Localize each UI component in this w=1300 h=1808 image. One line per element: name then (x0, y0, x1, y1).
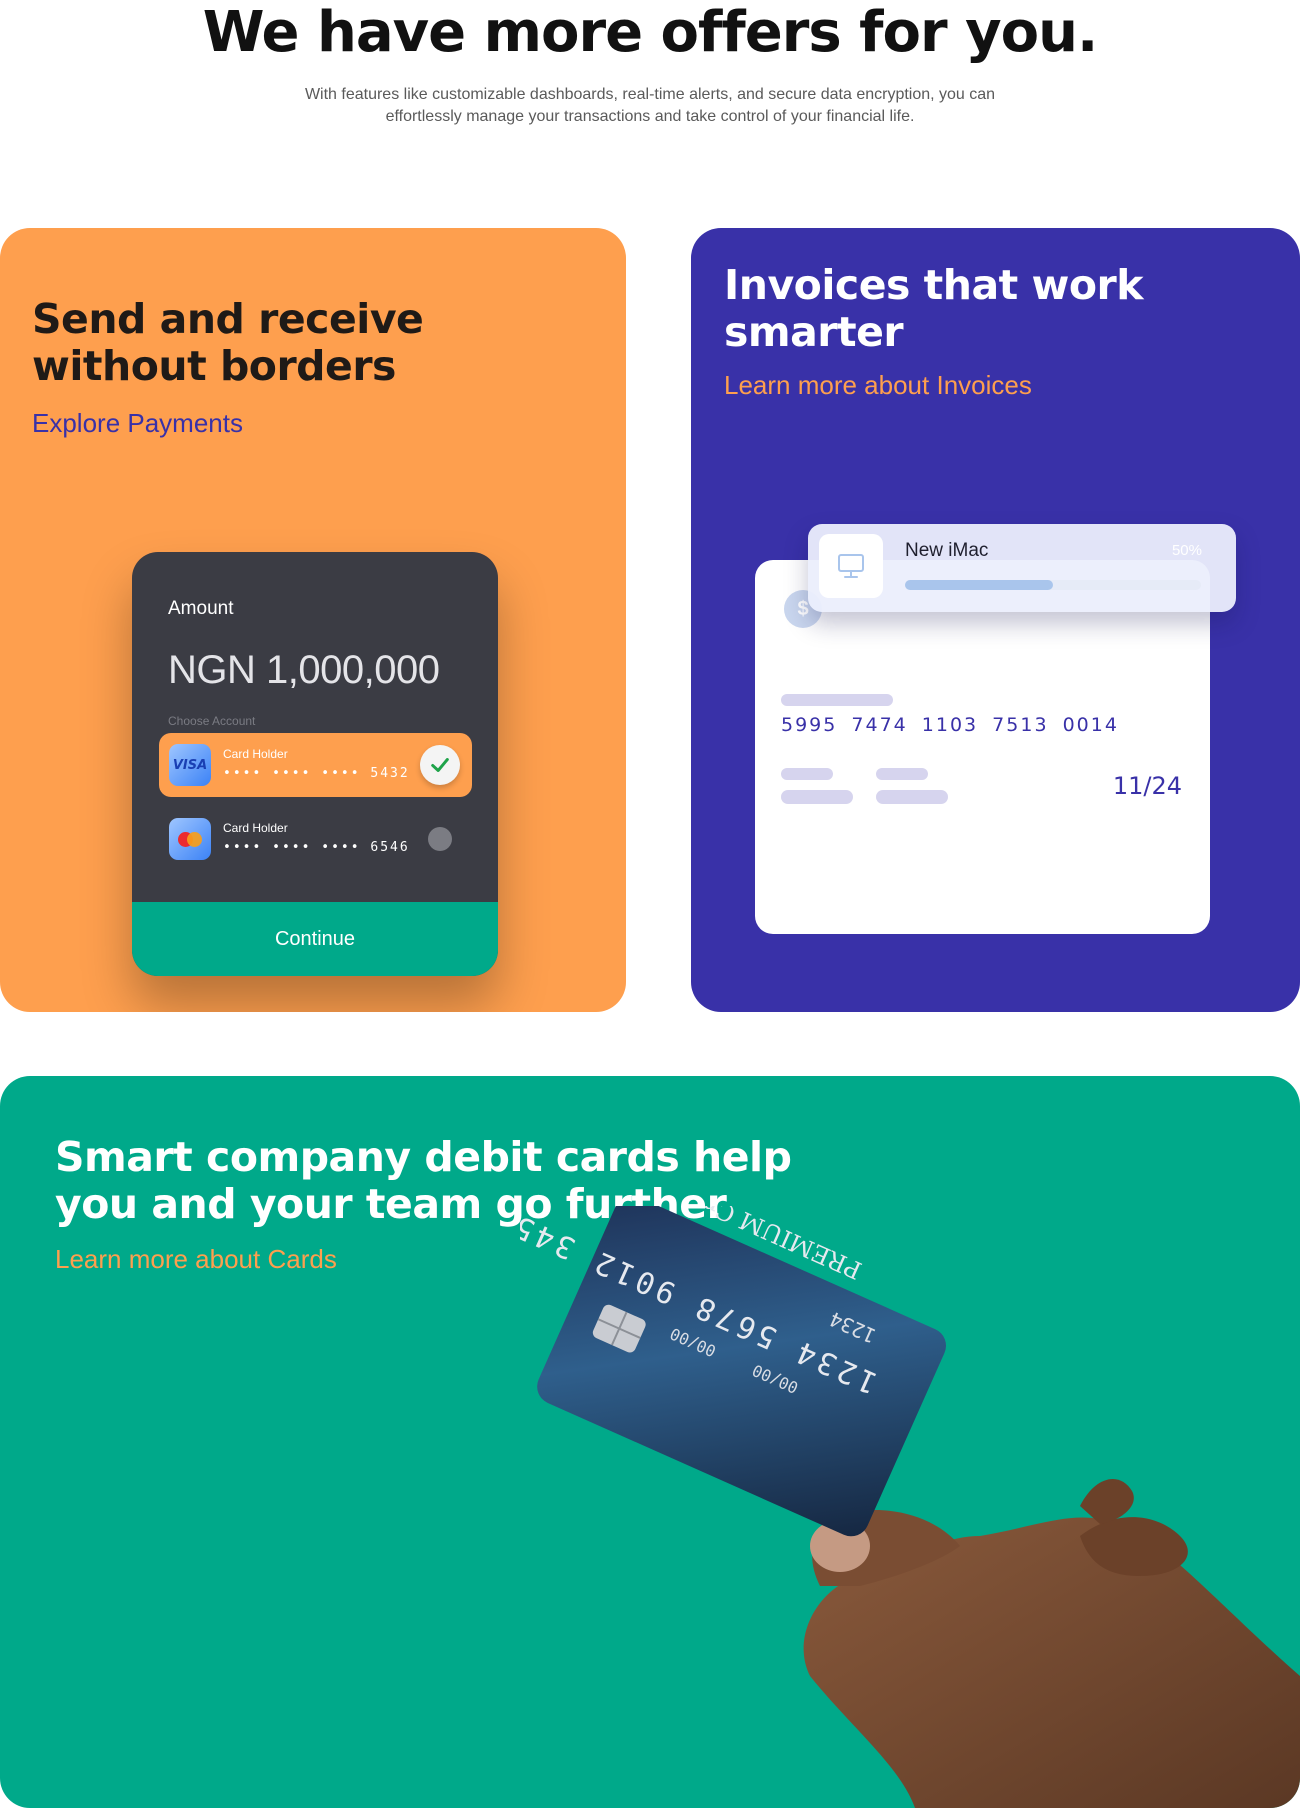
choose-account-label: Choose Account (168, 714, 256, 728)
progress-fill (905, 580, 1053, 590)
placeholder-bar (781, 768, 833, 780)
amount-value: NGN 1,000,000 (168, 648, 440, 692)
mastercard-icon (169, 818, 211, 860)
placeholder-bar (876, 768, 928, 780)
account-number: •••• •••• •••• 5432 (223, 766, 410, 781)
invoice-expiry: 11/24 (1112, 772, 1182, 800)
placeholder-bar (781, 694, 893, 706)
invoices-link[interactable]: Learn more about Invoices (724, 370, 1032, 401)
account-holder-label: Card Holder (223, 747, 288, 761)
explore-payments-link[interactable]: Explore Payments (32, 408, 243, 439)
amount-label: Amount (168, 598, 234, 619)
payment-widget: Amount NGN 1,000,000 Choose Account VISA… (132, 552, 498, 976)
payments-title: Send and receive without borders (32, 295, 424, 390)
invoices-card: Invoices that work smarter Learn more ab… (691, 228, 1300, 1012)
visa-icon: VISA (169, 744, 211, 786)
placeholder-bar (876, 790, 948, 804)
payments-card: Send and receive without borders Explore… (0, 228, 626, 1012)
page-subtitle: With features like customizable dashboar… (304, 86, 996, 125)
account-option-visa[interactable]: VISA Card Holder •••• •••• •••• 5432 (159, 733, 472, 797)
item-name: New iMac (905, 540, 989, 561)
account-option-mastercard[interactable]: Card Holder •••• •••• •••• 6546 (159, 807, 472, 871)
account-number: •••• •••• •••• 6546 (223, 840, 410, 855)
hand-holding-card-image: 1234 5678 9012 3456 00/00 00/00 1234 PRE… (520, 1206, 1300, 1808)
placeholder-bar (781, 790, 853, 804)
account-holder-label: Card Holder (223, 821, 288, 835)
cards-link[interactable]: Learn more about Cards (55, 1244, 337, 1275)
progress-track (905, 580, 1201, 590)
invoices-title: Invoices that work smarter (724, 261, 1144, 356)
continue-button[interactable]: Continue (132, 902, 498, 976)
offers-header: We have more offers for you. With featur… (0, 0, 1300, 128)
cards-card: Smart company debit cards help you and y… (0, 1076, 1300, 1808)
invoice-card-number: 5995 7474 1103 7513 0014 (781, 714, 1119, 736)
page-title: We have more offers for you. (202, 0, 1099, 65)
invoice-card-illustration: $ 5995 7474 1103 7513 0014 11/24 (755, 560, 1210, 934)
monitor-icon (819, 534, 883, 598)
item-percent: 50% (1171, 542, 1202, 559)
invoice-item-chip: New iMac 50% (808, 524, 1236, 612)
unselected-radio[interactable] (428, 827, 452, 851)
selected-check-icon (420, 745, 460, 785)
